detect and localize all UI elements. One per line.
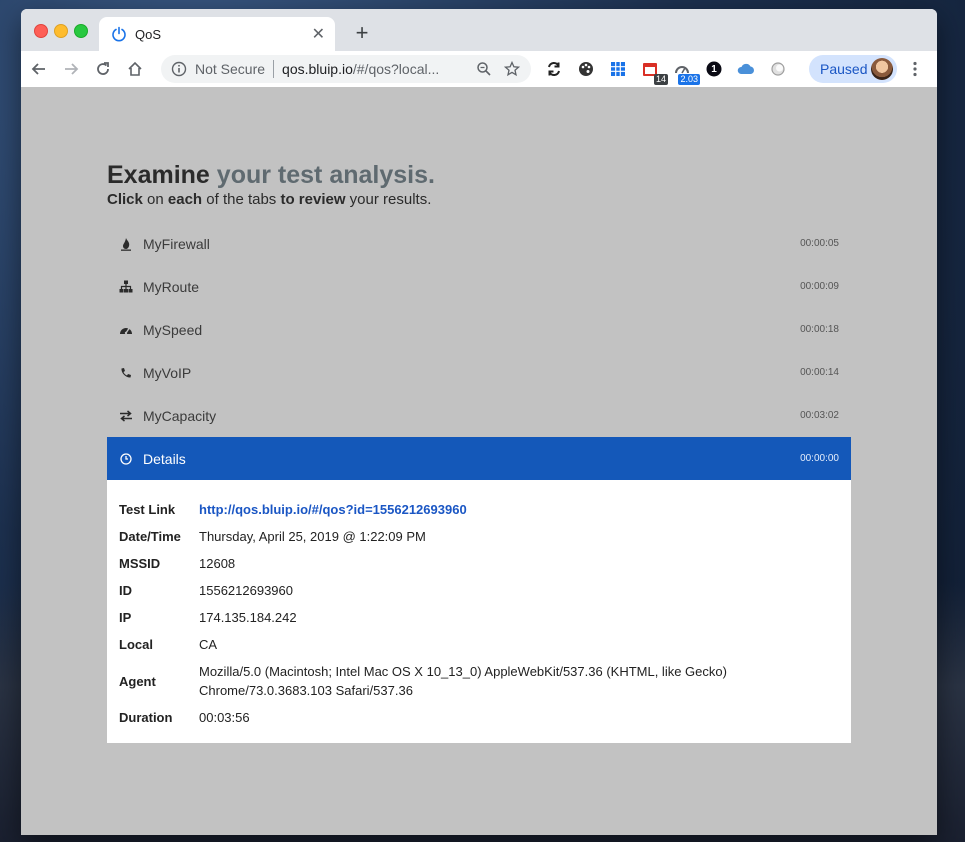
tab-myfirewall[interactable]: MyFirewall 00:00:05 [107,222,851,265]
onepassword-label: 1 [711,63,717,75]
forward-arrow-icon [65,63,79,75]
address-bar[interactable]: Not Secure qos.bluip.io/#/qos?local... [161,55,531,83]
avatar [871,58,893,80]
profile-paused-button[interactable]: Paused [809,55,897,83]
palette-icon[interactable] [576,59,596,79]
security-label: Not Secure [195,61,266,77]
back-arrow-icon [31,63,45,75]
detail-row-local: Local CA [119,637,218,652]
paused-label: Paused [820,61,868,77]
detail-row-mssid: MSSID 12608 [119,556,236,571]
cloud-icon[interactable] [736,59,756,79]
detail-row-datetime: Date/Time Thursday, April 25, 2019 @ 1:2… [119,529,426,544]
info-icon[interactable] [171,61,187,77]
circle-icon[interactable] [768,59,788,79]
browser-window: QoS ✕ + Not Secure qos.bluip.io/#/qos?lo… [21,9,937,835]
new-tab-button[interactable]: + [351,20,373,46]
onepassword-icon[interactable]: 1 [704,59,724,79]
bookmark-star-icon[interactable] [503,60,521,78]
details-panel: Test Link http://qos.bluip.io/#/qos?id=1… [107,480,851,743]
close-window-button[interactable] [34,24,48,38]
power-icon [112,26,126,42]
tab-title: QoS [135,26,162,42]
forward-button[interactable] [57,55,85,83]
tab-myvoip[interactable]: MyVoIP 00:00:14 [107,351,851,394]
zoom-icon[interactable] [475,60,493,78]
home-icon [128,61,142,76]
page-subtitle: Click on each of the tabs to review your… [107,191,432,208]
omnibox-separator [273,60,275,78]
gauge-icon [119,323,133,337]
speedometer-badge: 2.03 [678,74,700,85]
tab-strip: QoS ✕ + [21,9,937,51]
grid-icon[interactable] [608,59,628,79]
menu-kebab-icon[interactable] [905,59,925,79]
page-viewport: Examine your test analysis. Click on eac… [21,87,937,835]
test-tabs: MyFirewall 00:00:05 MyRoute 00:00:09 MyS… [107,222,851,743]
tab-qos[interactable]: QoS ✕ [99,17,335,51]
reload-button[interactable] [89,55,117,83]
phone-icon [119,366,133,380]
tab-details[interactable]: Details 00:00:00 [107,437,851,480]
maximize-window-button[interactable] [74,24,88,38]
fire-icon [119,237,133,251]
detail-row-ip: IP 174.135.184.242 [119,610,297,625]
tab-mycapacity[interactable]: MyCapacity 00:03:02 [107,394,851,437]
sitemap-icon [119,280,133,294]
browser-toolbar: Not Secure qos.bluip.io/#/qos?local... 1… [21,51,937,88]
detail-row-duration: Duration 00:03:56 [119,710,250,725]
minimize-window-button[interactable] [54,24,68,38]
url-text: qos.bluip.io/#/qos?local... [282,61,440,77]
detail-row-agent: Agent Mozilla/5.0 (Macintosh; Intel Mac … [119,664,727,698]
reload-icon [97,62,109,75]
test-link[interactable]: http://qos.bluip.io/#/qos?id=15562126939… [199,500,839,519]
tab-close-icon[interactable]: ✕ [312,24,325,44]
clock-icon [119,452,133,466]
calendar-badge: 14 [653,74,668,85]
back-button[interactable] [25,55,53,83]
exchange-icon [119,409,133,423]
tab-myspeed[interactable]: MySpeed 00:00:18 [107,308,851,351]
tab-myroute[interactable]: MyRoute 00:00:09 [107,265,851,308]
calendar-icon[interactable]: 14 [640,59,668,85]
page-title: Examine your test analysis. [107,161,435,189]
detail-row-id: ID 1556212693960 [119,583,293,598]
speedometer-icon[interactable]: 2.03 [672,59,700,85]
sync-icon[interactable] [544,59,564,79]
home-button[interactable] [121,55,149,83]
detail-row-test-link: Test Link http://qos.bluip.io/#/qos?id=1… [119,496,839,523]
